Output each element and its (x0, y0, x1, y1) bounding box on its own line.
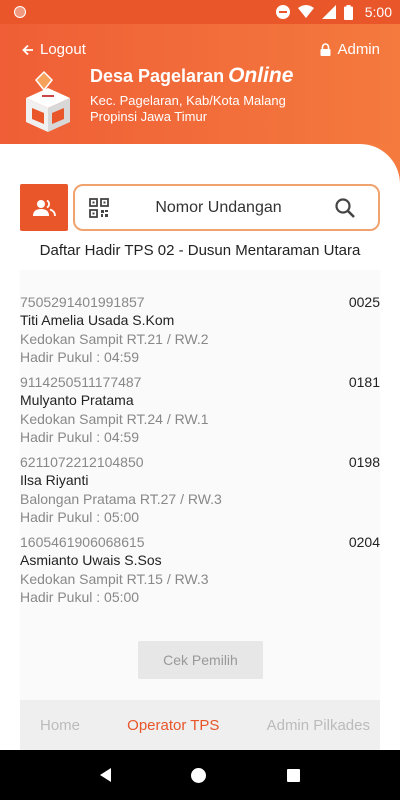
voter-name: Asmianto Uwais S.Sos (20, 552, 162, 568)
search-icon[interactable] (334, 197, 356, 219)
arrow-left-icon (22, 44, 33, 55)
tab-admin-pilkades[interactable]: Admin Pilkades (267, 717, 370, 734)
attendance-list-title: Daftar Hadir TPS 02 - Dusun Mentaraman U… (39, 242, 361, 259)
voter-address: Balongan Pratama RT.27 / RW.3 (20, 491, 222, 507)
list-item[interactable]: 9114250511177487 0181 Mulyanto Pratama K… (20, 374, 380, 454)
voter-nik: 1605461906068615 (20, 534, 145, 550)
invitation-number: 0181 (348, 374, 380, 390)
list-item[interactable]: 6211072212104850 0198 Ilsa Riyanti Balon… (20, 454, 380, 534)
home-icon[interactable] (191, 767, 207, 783)
search-placeholder: Nomor Undangan (155, 198, 282, 216)
logout-label: Logout (40, 41, 86, 58)
logout-button[interactable]: Logout (22, 41, 86, 58)
back-icon[interactable] (100, 768, 112, 782)
attendance-time: Hadir Pukul : 05:00 (20, 589, 140, 605)
attendance-list: 7505291401991857 0025 Titi Amelia Usada … (20, 270, 380, 700)
notification-dot-icon (14, 6, 26, 18)
attendance-time: Hadir Pukul : 04:59 (20, 349, 140, 365)
tab-operator-tps[interactable]: Operator TPS (127, 717, 219, 734)
voter-nik: 7505291401991857 (20, 294, 145, 310)
signal-icon (321, 5, 336, 19)
screen: 5:00 Logout Admin Desa Pagelaran Online K… (0, 0, 400, 800)
system-nav-bar (0, 750, 400, 800)
app-header: Logout Admin Desa Pagelaran Online Kec. P… (0, 24, 400, 144)
wifi-icon (297, 5, 314, 18)
voter-address: Kedokan Sampit RT.15 / RW.3 (20, 571, 209, 587)
voter-address: Kedokan Sampit RT.21 / RW.2 (20, 331, 209, 347)
tab-home[interactable]: Home (40, 717, 80, 734)
people-button[interactable] (20, 184, 68, 231)
invitation-number: 0204 (348, 534, 380, 550)
invitation-number: 0025 (348, 294, 380, 310)
cek-pemilih-button[interactable]: Cek Pemilih (138, 641, 263, 679)
search-field[interactable]: Nomor Undangan (73, 184, 380, 231)
admin-button[interactable]: Admin (320, 41, 380, 58)
voter-address: Kedokan Sampit RT.24 / RW.1 (20, 411, 209, 427)
subtitle-line-2: Propinsi Jawa Timur (90, 109, 208, 124)
voter-nik: 9114250511177487 (20, 374, 142, 390)
voter-nik: 6211072212104850 (20, 454, 144, 470)
status-icons: 5:00 (275, 4, 392, 20)
attendance-time: Hadir Pukul : 05:00 (20, 509, 140, 525)
admin-label: Admin (337, 41, 380, 58)
bottom-tabs: Home Operator TPS Admin Pilkades (20, 700, 380, 750)
voter-name: Ilsa Riyanti (20, 472, 89, 488)
voter-name: Titi Amelia Usada S.Kom (20, 312, 175, 328)
recent-apps-icon[interactable] (286, 768, 300, 782)
app-title: Desa Pagelaran Online (90, 64, 293, 88)
do-not-disturb-icon (275, 5, 290, 19)
lock-icon (320, 43, 331, 56)
invitation-number: 0198 (348, 454, 380, 470)
attendance-time: Hadir Pukul : 04:59 (20, 429, 140, 445)
list-item[interactable]: 7505291401991857 0025 Titi Amelia Usada … (20, 294, 380, 374)
voter-name: Mulyanto Pratama (20, 392, 134, 408)
battery-icon (343, 4, 353, 20)
app-name-suffix: Online (228, 64, 294, 87)
subtitle-line-1: Kec. Pagelaran, Kab/Kota Malang (90, 93, 286, 108)
app-name: Desa Pagelaran (90, 66, 225, 86)
people-icon (33, 199, 56, 216)
qr-code-icon[interactable] (89, 197, 109, 218)
ballot-box-logo (26, 70, 70, 132)
list-item[interactable]: 1605461906068615 0204 Asmianto Uwais S.S… (20, 534, 380, 614)
status-bar: 5:00 (0, 0, 400, 24)
status-time: 5:00 (364, 4, 392, 20)
